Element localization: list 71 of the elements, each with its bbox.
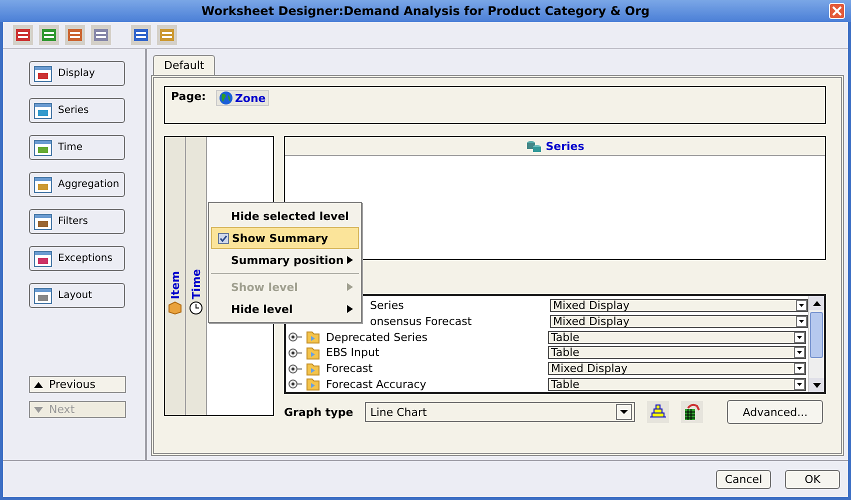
toolbar-button[interactable] [131,25,151,45]
display-dropdown[interactable]: Mixed Display [550,315,808,328]
scrollbar[interactable] [808,296,824,392]
clock-icon [189,301,203,315]
up-triangle-icon [34,382,43,388]
menu-item[interactable]: Summary position [211,249,359,271]
previous-button[interactable]: Previous [29,376,126,393]
down-triangle-icon [34,406,43,412]
toolbar-button[interactable] [157,25,177,45]
series-name[interactable]: EBS Input [326,346,548,360]
panel-button[interactable]: Series [29,98,125,123]
expand-icon[interactable] [288,378,302,390]
page-label: Page: [171,90,206,103]
panel-button[interactable]: Exceptions [29,246,125,271]
expand-icon[interactable] [288,362,302,375]
cube-icon [168,301,182,315]
cylinders-icon [526,139,542,153]
expand-icon[interactable] [288,346,302,359]
level-label[interactable]: Item [168,270,182,299]
panel-button[interactable]: Layout [29,283,125,308]
display-dropdown[interactable]: Table [548,330,806,344]
folder-icon [306,377,320,392]
close-icon[interactable] [829,3,845,19]
tab[interactable]: Default [153,55,216,75]
scroll-up-icon[interactable] [812,300,820,306]
display-dropdown[interactable]: Mixed Display [550,299,808,312]
series-name[interactable]: Forecast Accuracy [326,378,548,391]
series-header: Series [546,140,584,152]
dialog-button[interactable]: Cancel [716,470,771,488]
toolbar-button[interactable] [39,25,59,45]
menu-item[interactable]: Show Summary [211,227,359,249]
toolbar-button[interactable] [65,25,85,45]
submenu-arrow-icon [347,305,353,313]
pyramid-button[interactable] [647,401,670,423]
menu-item[interactable]: Hide selected level [211,205,359,227]
folder-icon [306,346,320,360]
expand-icon[interactable] [288,331,302,344]
display-dropdown[interactable]: Mixed Display [548,362,806,376]
submenu-arrow-icon [347,256,353,264]
series-name[interactable]: Forecast [326,362,548,376]
folder-icon [306,330,320,344]
checkbox-icon[interactable] [218,233,229,244]
panel-button[interactable]: Filters [29,209,125,234]
toolbar-button[interactable] [91,25,111,45]
globe-icon [218,91,233,105]
display-dropdown[interactable]: Table [548,378,806,391]
submenu-arrow-icon [347,283,353,291]
panel-button[interactable]: Aggregation [29,172,125,197]
window-title: Worksheet Designer:Demand Analysis for Product Category & Org [201,4,650,18]
panel-icon [34,66,52,82]
folder-icon [306,362,320,376]
display-dropdown[interactable]: Table [548,346,806,360]
panel-icon [34,250,52,266]
advanced-button[interactable]: Advanced... [727,400,824,424]
panel-icon [34,140,52,156]
table-export-button[interactable] [681,401,704,423]
zone-chip[interactable]: Zone [216,90,269,106]
panel-button[interactable]: Display [29,61,125,86]
panel-icon [34,176,52,192]
menu-item[interactable]: Hide level [211,298,359,320]
level-label[interactable]: Time [190,268,202,299]
series-name[interactable]: Deprecated Series [326,330,548,344]
panel-icon [34,214,52,230]
toolbar-button[interactable] [13,25,33,45]
dialog-button[interactable]: OK [785,470,840,488]
graph-type-label: Graph type [284,406,354,418]
panel-icon [34,102,52,118]
panel-button[interactable]: Time [29,135,125,160]
scroll-down-icon[interactable] [812,382,820,388]
graph-type-dropdown[interactable]: Line Chart [365,402,636,422]
panel-icon [34,288,52,304]
